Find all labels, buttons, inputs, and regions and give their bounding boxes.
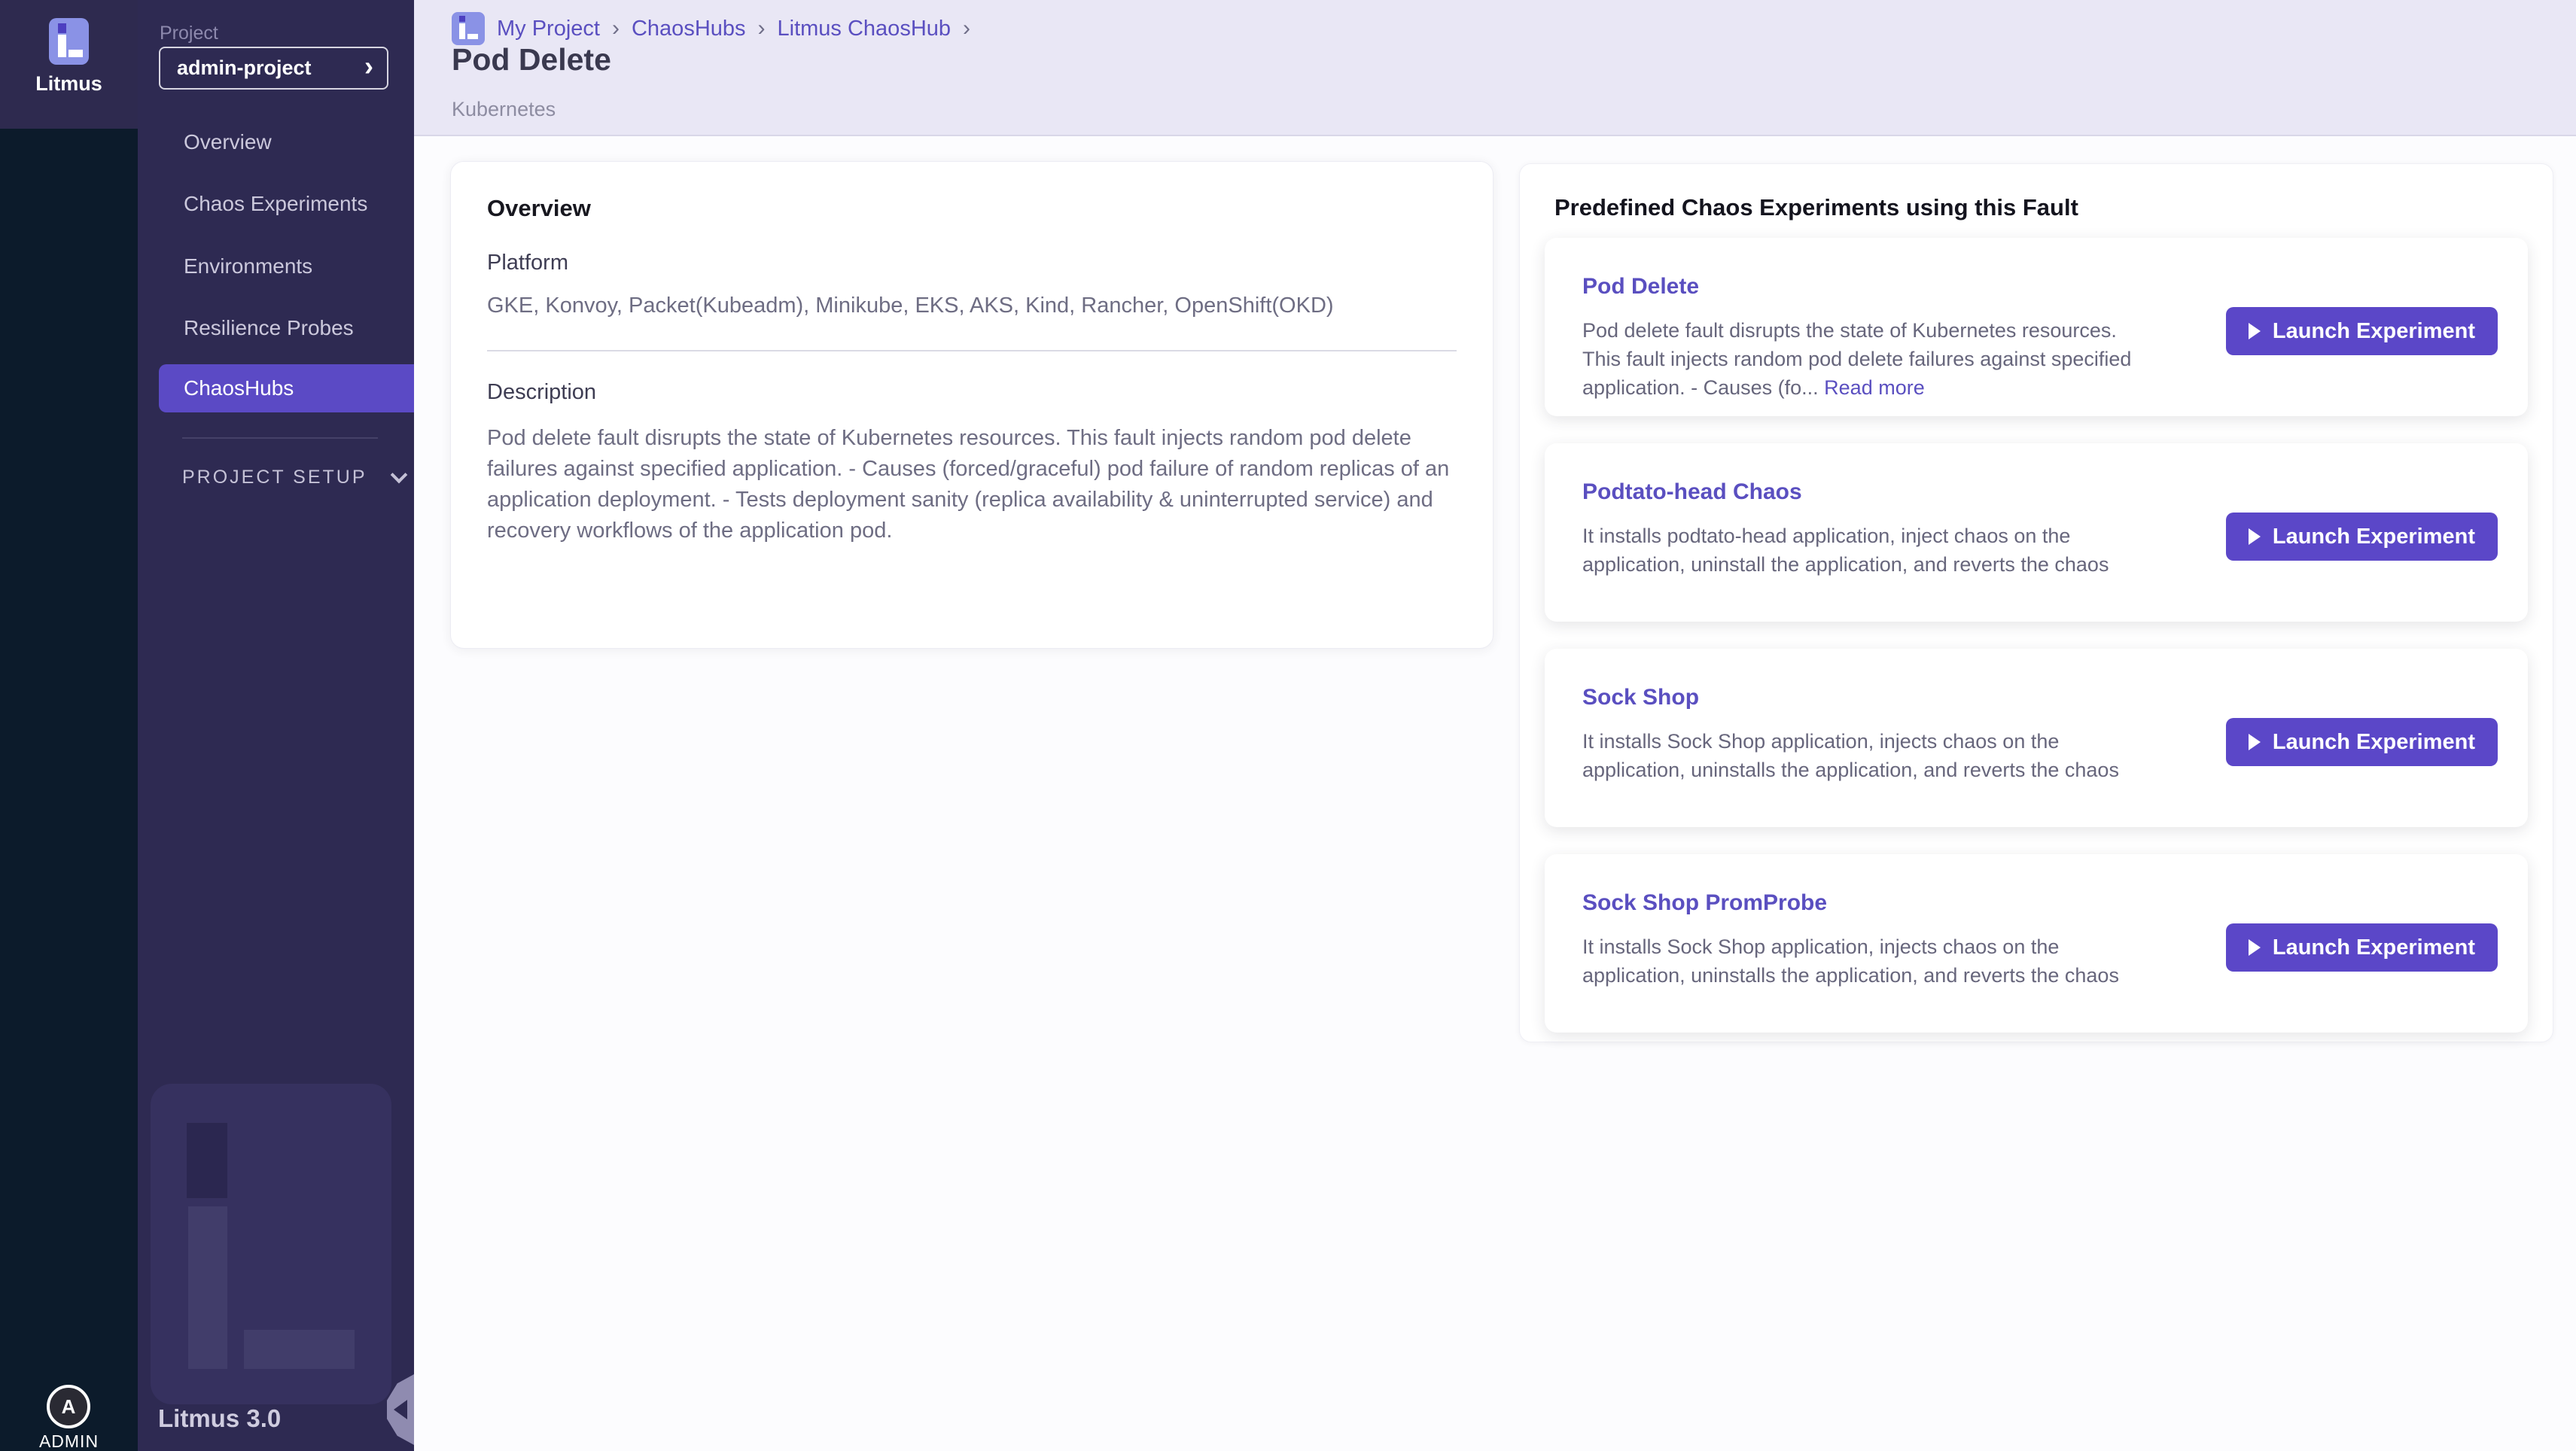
play-icon — [2249, 528, 2261, 545]
litmus-watermark — [151, 1084, 391, 1404]
platform-label: Platform — [487, 251, 1457, 275]
rail-logo-block: Litmus — [0, 0, 138, 129]
chevron-right-icon: › — [364, 53, 373, 84]
breadcrumb: My Project › ChaosHubs › Litmus ChaosHub… — [452, 11, 970, 47]
avatar-label: ADMIN — [0, 1431, 138, 1451]
sidebar-item-environments[interactable]: Environments — [138, 242, 414, 291]
experiment-card-podtato-head: Podtato-head Chaos It installs podtato-h… — [1545, 443, 2528, 622]
experiment-card-sock-shop-promprobe: Sock Shop PromProbe It installs Sock Sho… — [1545, 854, 2528, 1033]
project-setup-label: PROJECT SETUP — [182, 467, 367, 488]
experiment-description: It installs Sock Shop application, injec… — [1582, 932, 2132, 990]
breadcrumb-litmus-icon — [452, 12, 485, 45]
collapse-left-icon — [394, 1400, 407, 1419]
litmus-app: Litmus A ADMIN Project admin-project › O… — [0, 0, 2576, 1451]
avatar-initial: A — [62, 1395, 76, 1419]
project-setup-toggle[interactable]: PROJECT SETUP — [182, 467, 405, 488]
experiment-description: Pod delete fault disrupts the state of K… — [1582, 316, 2132, 402]
breadcrumb-chaoshubs[interactable]: ChaosHubs — [632, 17, 746, 41]
admin-avatar[interactable]: A — [47, 1385, 90, 1428]
chevron-down-icon — [390, 466, 407, 483]
project-select-value: admin-project — [177, 56, 312, 80]
breadcrumb-my-project[interactable]: My Project — [497, 17, 600, 41]
sidebar-item-chaoshubs[interactable]: ChaosHubs — [159, 364, 414, 412]
experiment-card-pod-delete: Pod Delete Pod delete fault disrupts the… — [1545, 238, 2528, 416]
experiment-description: It installs podtato-head application, in… — [1582, 522, 2132, 579]
version-label: Litmus 3.0 — [158, 1404, 281, 1433]
experiment-title[interactable]: Podtato-head Chaos — [1582, 479, 2490, 505]
experiment-card-sock-shop: Sock Shop It installs Sock Shop applicat… — [1545, 649, 2528, 827]
page-header: My Project › ChaosHubs › Litmus ChaosHub… — [414, 0, 2576, 136]
sidebar-item-chaos-experiments[interactable]: Chaos Experiments — [138, 179, 414, 229]
play-icon — [2249, 939, 2261, 956]
overview-divider — [487, 350, 1457, 351]
page-title: Pod Delete — [452, 42, 611, 78]
play-icon — [2249, 323, 2261, 339]
app-rail: Litmus A ADMIN — [0, 0, 138, 1451]
experiment-title[interactable]: Sock Shop PromProbe — [1582, 890, 2490, 916]
breadcrumb-separator: › — [758, 16, 766, 41]
sidebar-item-resilience-probes[interactable]: Resilience Probes — [138, 303, 414, 353]
experiment-title[interactable]: Pod Delete — [1582, 274, 2490, 300]
predefined-experiments-panel: Predefined Chaos Experiments using this … — [1519, 163, 2553, 1042]
launch-experiment-button[interactable]: Launch Experiment — [2226, 513, 2498, 561]
breadcrumb-separator: › — [963, 16, 970, 41]
overview-title: Overview — [487, 195, 1457, 222]
launch-experiment-button[interactable]: Launch Experiment — [2226, 923, 2498, 972]
project-label: Project — [160, 23, 218, 44]
description-text: Pod delete fault disrupts the state of K… — [487, 423, 1457, 546]
read-more-link[interactable]: Read more — [1824, 376, 1925, 399]
breadcrumb-litmus-chaoshub[interactable]: Litmus ChaosHub — [778, 17, 952, 41]
breadcrumb-separator: › — [612, 16, 620, 41]
sidebar-divider — [182, 437, 378, 439]
description-label: Description — [487, 380, 1457, 405]
page-subtitle: Kubernetes — [452, 98, 556, 121]
experiment-title[interactable]: Sock Shop — [1582, 685, 2490, 710]
litmus-logo-label: Litmus — [0, 72, 138, 96]
litmus-logo-icon[interactable] — [49, 18, 89, 65]
sidebar-item-overview[interactable]: Overview — [138, 117, 414, 167]
platform-value: GKE, Konvoy, Packet(Kubeadm), Minikube, … — [487, 294, 1457, 318]
experiment-description: It installs Sock Shop application, injec… — [1582, 727, 2132, 784]
launch-experiment-button[interactable]: Launch Experiment — [2226, 307, 2498, 355]
play-icon — [2249, 734, 2261, 750]
experiments-panel-title: Predefined Chaos Experiments using this … — [1554, 194, 2553, 221]
launch-experiment-button[interactable]: Launch Experiment — [2226, 718, 2498, 766]
project-sidebar: Project admin-project › Overview Chaos E… — [138, 0, 414, 1451]
overview-card: Overview Platform GKE, Konvoy, Packet(Ku… — [450, 161, 1494, 649]
project-select[interactable]: admin-project › — [159, 47, 388, 90]
